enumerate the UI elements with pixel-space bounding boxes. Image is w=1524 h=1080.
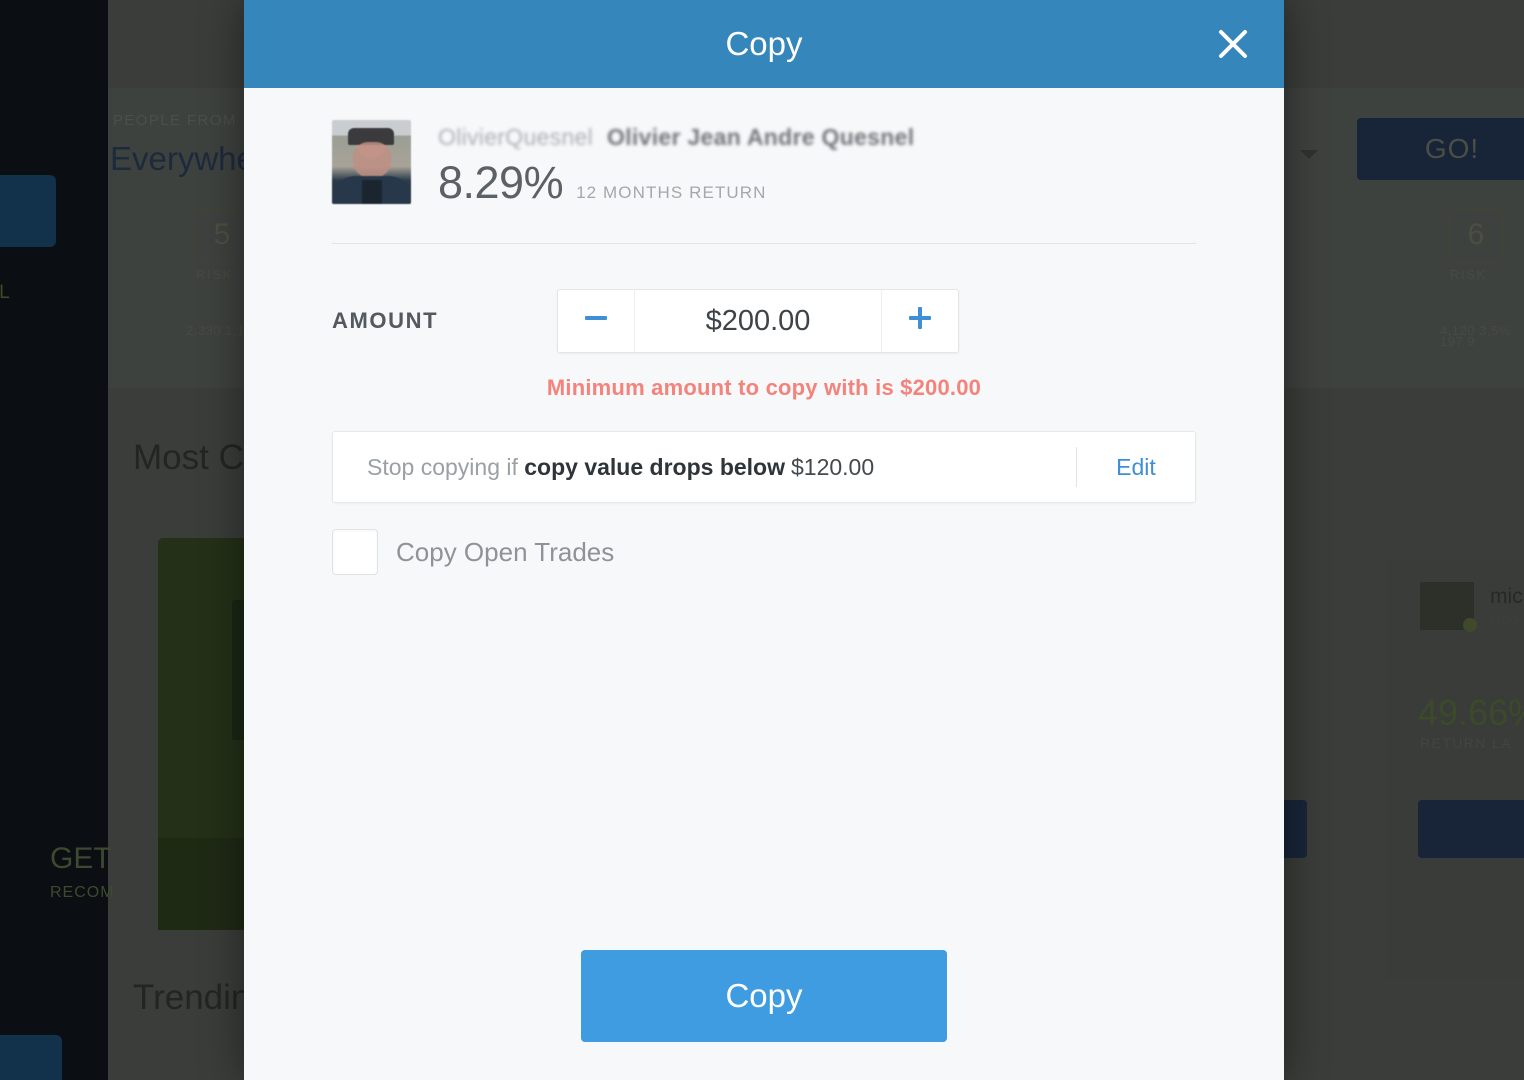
avatar	[332, 120, 411, 204]
trader-real-name: Olivier Jean Andre Quesnel	[607, 124, 915, 150]
background-trader-sub: Geo	[1490, 611, 1519, 628]
close-button[interactable]	[1210, 21, 1256, 67]
background-risk-label-left: RISK	[196, 267, 233, 282]
trader-summary: OlivierQuesnel Olivier Jean Andre Quesnel…	[332, 88, 1196, 231]
background-promo-subtitle: RECOM	[50, 884, 115, 901]
trader-return-label: 12 MONTHS RETURN	[576, 183, 767, 202]
amount-increment-button[interactable]	[881, 290, 958, 352]
copy-open-trades-row: Copy Open Trades	[332, 529, 1196, 575]
background-risk-value-right: 6	[1448, 208, 1504, 264]
trader-info: OlivierQuesnel Olivier Jean Andre Quesnel…	[438, 120, 914, 209]
background-risk-value-left: 5	[194, 208, 250, 264]
stop-copy-prefix: Stop copying if	[367, 453, 518, 480]
dialog-header: Copy	[244, 0, 1284, 88]
avatar-collar	[362, 180, 382, 204]
plus-icon	[905, 303, 935, 339]
stop-copy-edit-link[interactable]: Edit	[1077, 454, 1195, 481]
amount-stepper: $200.00	[557, 289, 959, 353]
chevron-down-icon[interactable]	[1300, 150, 1318, 159]
background-trader-return: 49.66%	[1418, 692, 1524, 733]
screen: AL S PEOPLE FROM Everywhere GO! 5 RISK 2…	[0, 0, 1524, 1080]
stop-copy-value: $120.00	[791, 453, 875, 480]
trader-return-value: 8.29%	[438, 157, 564, 208]
dialog-footer: Copy	[244, 950, 1284, 1080]
copy-open-trades-checkbox[interactable]	[332, 529, 378, 575]
background-rail-tile-bottom[interactable]	[0, 1035, 62, 1080]
stop-copy-bar: Stop copying if copy value drops below $1…	[332, 431, 1196, 503]
close-icon	[1216, 27, 1250, 61]
background-promo-title: GET	[50, 842, 112, 875]
trader-return: 8.29% 12 MONTHS RETURN	[438, 157, 914, 209]
section-divider	[332, 243, 1196, 244]
copy-open-trades-label: Copy Open Trades	[396, 536, 615, 567]
background-left-rail	[0, 0, 108, 1080]
stop-copy-text: Stop copying if copy value drops below $1…	[333, 454, 1076, 481]
background-risk-label-right: RISK	[1450, 267, 1487, 282]
copy-dialog: Copy OlivierQuesnel Olivier Jean Andre Q…	[244, 0, 1284, 1080]
trader-handle: OlivierQuesnel	[438, 124, 594, 150]
background-go-button[interactable]: GO!	[1357, 118, 1524, 180]
minus-icon	[581, 303, 611, 339]
background-trader-copy-button[interactable]	[1418, 800, 1524, 858]
background-stats-right: 4,120 3,5% 197 9	[1440, 323, 1511, 349]
dialog-title: Copy	[725, 25, 803, 62]
amount-error-message: Minimum amount to copy with is $200.00	[546, 375, 982, 400]
amount-label: AMOUNT	[332, 308, 439, 333]
amount-value[interactable]: $200.00	[635, 290, 881, 352]
background-rail-label-1[interactable]: AL	[0, 282, 10, 304]
star-icon	[1463, 618, 1477, 632]
stop-copy-emphasis: copy value drops below	[524, 453, 785, 480]
amount-decrement-button[interactable]	[558, 290, 635, 352]
avatar-face	[353, 142, 391, 178]
trader-name-line: OlivierQuesnel Olivier Jean Andre Quesnel	[438, 124, 914, 151]
dialog-body: OlivierQuesnel Olivier Jean Andre Quesnel…	[244, 88, 1284, 575]
background-rail-tile-top[interactable]	[0, 175, 56, 247]
background-trader-name: mic	[1490, 585, 1523, 608]
background-trader-footer: 3,836 C	[1422, 873, 1472, 889]
background-heading-most-copied: Most C	[133, 438, 244, 477]
background-people-from-label: PEOPLE FROM	[113, 112, 237, 129]
background-trader-return-label: RETURN LA	[1420, 735, 1512, 751]
copy-submit-button[interactable]: Copy	[581, 950, 947, 1042]
amount-section: AMOUNT $200.00	[332, 289, 1196, 353]
